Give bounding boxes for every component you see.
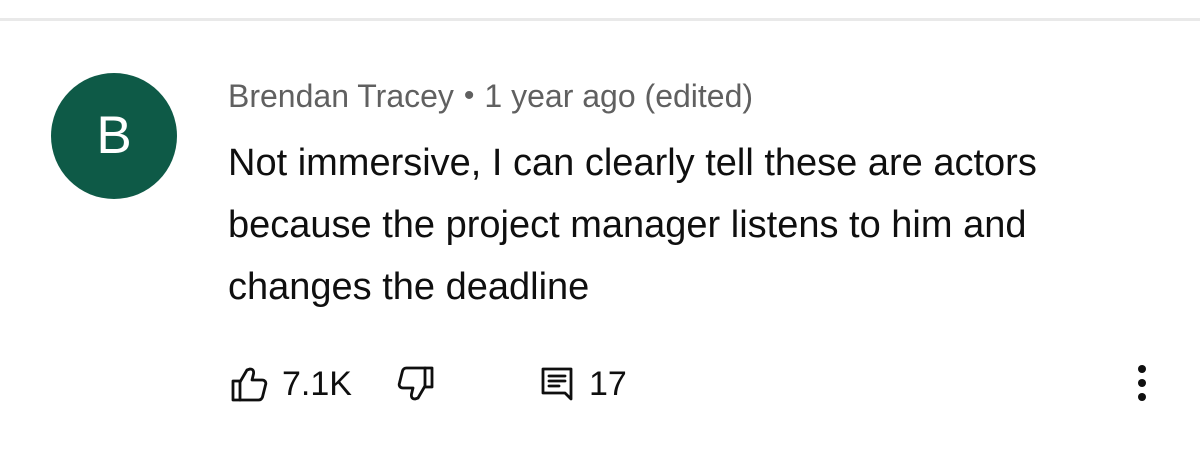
avatar[interactable]: B bbox=[51, 73, 177, 199]
like-button[interactable]: 7.1K bbox=[228, 362, 352, 406]
more-vertical-icon bbox=[1137, 363, 1147, 408]
comment-author[interactable]: Brendan Tracey bbox=[228, 74, 454, 118]
like-count: 7.1K bbox=[282, 365, 352, 403]
reply-comment-icon bbox=[537, 363, 577, 405]
comment-meta: Brendan Tracey • 1 year ago (edited) bbox=[228, 74, 1158, 118]
dislike-button[interactable] bbox=[395, 363, 437, 405]
comment-time[interactable]: 1 year ago (edited) bbox=[484, 74, 753, 118]
meta-separator: • bbox=[463, 79, 475, 112]
comment-panel: B Brendan Tracey • 1 year ago (edited) N… bbox=[0, 0, 1200, 461]
comment-actions: 7.1K 17 bbox=[228, 362, 627, 406]
comment-body: Brendan Tracey • 1 year ago (edited) Not… bbox=[228, 74, 1158, 318]
reply-button[interactable]: 17 bbox=[537, 362, 627, 406]
thumb-down-icon bbox=[395, 363, 437, 405]
top-divider bbox=[0, 18, 1200, 21]
more-options-button[interactable] bbox=[1128, 361, 1156, 409]
avatar-letter: B bbox=[96, 105, 132, 165]
comment-text: Not immersive, I can clearly tell these … bbox=[228, 142, 1037, 308]
thumb-up-icon bbox=[228, 363, 270, 405]
reply-count: 17 bbox=[588, 365, 627, 403]
